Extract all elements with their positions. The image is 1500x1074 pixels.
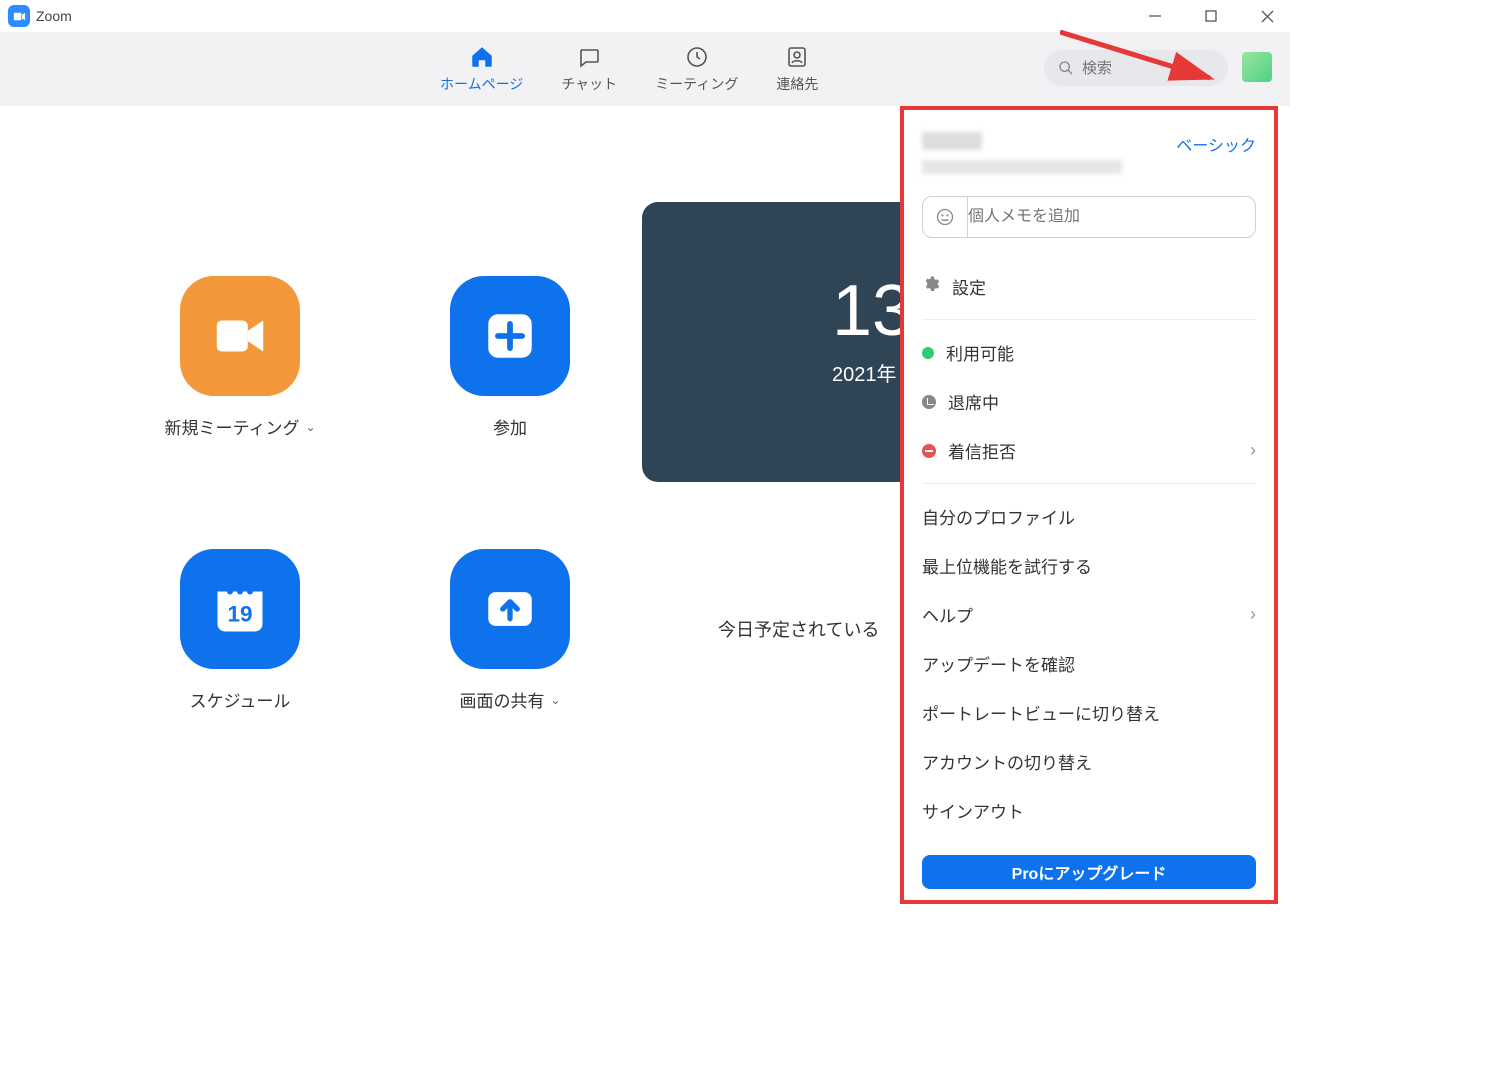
personal-note-field[interactable]	[922, 196, 1256, 238]
zoom-logo-icon	[8, 5, 30, 27]
action-join[interactable]: 参加	[410, 276, 610, 439]
svg-text:19: 19	[227, 602, 252, 627]
menu-my-profile-label: 自分のプロファイル	[922, 504, 1256, 529]
plan-label: ベーシック	[1176, 132, 1256, 156]
action-schedule[interactable]: 19 スケジュール	[140, 549, 340, 712]
menu-check-updates-label: アップデートを確認	[922, 651, 1256, 676]
menu-status-available[interactable]: 利用可能	[922, 328, 1256, 377]
status-away-label: 退席中	[948, 389, 1256, 414]
tab-meeting[interactable]: ミーティング	[655, 44, 738, 94]
share-screen-icon	[450, 549, 570, 669]
menu-switch-account[interactable]: アカウントの切り替え	[922, 737, 1256, 786]
upgrade-pro-button[interactable]: Proにアップグレード	[922, 855, 1256, 889]
chevron-down-icon[interactable]: ⌄	[305, 420, 315, 434]
menu-my-profile[interactable]: 自分のプロファイル	[922, 492, 1256, 541]
calendar-icon: 19	[180, 549, 300, 669]
minimize-button[interactable]	[1140, 1, 1170, 31]
app-title: Zoom	[36, 8, 72, 24]
video-icon	[180, 276, 300, 396]
title-bar: Zoom	[0, 0, 1290, 32]
menu-settings[interactable]: 設定	[922, 262, 1256, 311]
profile-menu: ベーシック 設定 利用可能 退席中	[900, 106, 1278, 904]
menu-switch-portrait-label: ポートレートビューに切り替え	[922, 700, 1256, 725]
tab-home[interactable]: ホームページ	[440, 44, 523, 94]
nav-tabs: ホームページ チャット ミーティング 連絡先	[440, 44, 818, 94]
action-share[interactable]: 画面の共有 ⌄	[410, 549, 610, 712]
home-icon	[469, 44, 495, 70]
menu-switch-account-label: アカウントの切り替え	[922, 749, 1256, 774]
menu-try-top[interactable]: 最上位機能を試行する	[922, 541, 1256, 590]
chevron-down-icon[interactable]: ⌄	[550, 693, 560, 707]
action-schedule-label: スケジュール	[190, 687, 291, 712]
menu-signout-label: サインアウト	[922, 798, 1256, 823]
status-dnd-label: 着信拒否	[948, 438, 1238, 463]
chevron-right-icon: ›	[1250, 440, 1256, 461]
menu-status-dnd[interactable]: 着信拒否 ›	[922, 426, 1256, 475]
menu-switch-portrait[interactable]: ポートレートビューに切り替え	[922, 688, 1256, 737]
plus-icon	[450, 276, 570, 396]
search-input[interactable]	[1082, 60, 1202, 77]
personal-note-input[interactable]	[968, 208, 1255, 226]
close-button[interactable]	[1252, 1, 1282, 31]
gear-icon	[922, 275, 940, 298]
status-available-label: 利用可能	[946, 340, 1256, 365]
tab-contacts-label: 連絡先	[776, 74, 818, 94]
action-new-meeting[interactable]: 新規ミーティング ⌄	[140, 276, 340, 439]
menu-try-top-label: 最上位機能を試行する	[922, 553, 1256, 578]
smiley-icon[interactable]	[923, 207, 967, 227]
main-area: 新規ミーティング ⌄ 参加 19 スケジュール 画	[0, 106, 1290, 920]
menu-check-updates[interactable]: アップデートを確認	[922, 639, 1256, 688]
chevron-right-icon: ›	[1250, 604, 1256, 625]
search-icon	[1058, 60, 1074, 76]
maximize-button[interactable]	[1196, 1, 1226, 31]
tab-meeting-label: ミーティング	[655, 74, 738, 94]
tab-contacts[interactable]: 連絡先	[776, 44, 818, 94]
status-away-icon	[922, 395, 936, 409]
action-join-label: 参加	[493, 414, 527, 439]
status-available-icon	[922, 347, 934, 359]
top-toolbar: ホームページ チャット ミーティング 連絡先	[0, 32, 1290, 106]
menu-help-label: ヘルプ	[922, 602, 1238, 627]
tab-chat[interactable]: チャット	[561, 44, 617, 94]
status-dnd-icon	[922, 444, 936, 458]
contacts-icon	[784, 44, 810, 70]
no-meeting-text: 今日予定されている	[718, 616, 879, 642]
action-new-meeting-label: 新規ミーティング	[164, 414, 299, 439]
clock-icon	[684, 44, 710, 70]
menu-status-away[interactable]: 退席中	[922, 377, 1256, 426]
profile-name-redacted	[922, 132, 982, 150]
profile-email-redacted	[922, 160, 1122, 174]
avatar-button[interactable]	[1242, 52, 1272, 82]
menu-signout[interactable]: サインアウト	[922, 786, 1256, 835]
search-box[interactable]	[1044, 50, 1228, 86]
chat-icon	[576, 44, 602, 70]
quick-actions: 新規ミーティング ⌄ 参加 19 スケジュール 画	[140, 276, 610, 712]
tab-home-label: ホームページ	[440, 74, 523, 94]
window-controls	[1140, 1, 1282, 31]
menu-settings-label: 設定	[952, 274, 1256, 299]
menu-help[interactable]: ヘルプ ›	[922, 590, 1256, 639]
tab-chat-label: チャット	[561, 74, 617, 94]
action-share-label: 画面の共有	[459, 687, 544, 712]
